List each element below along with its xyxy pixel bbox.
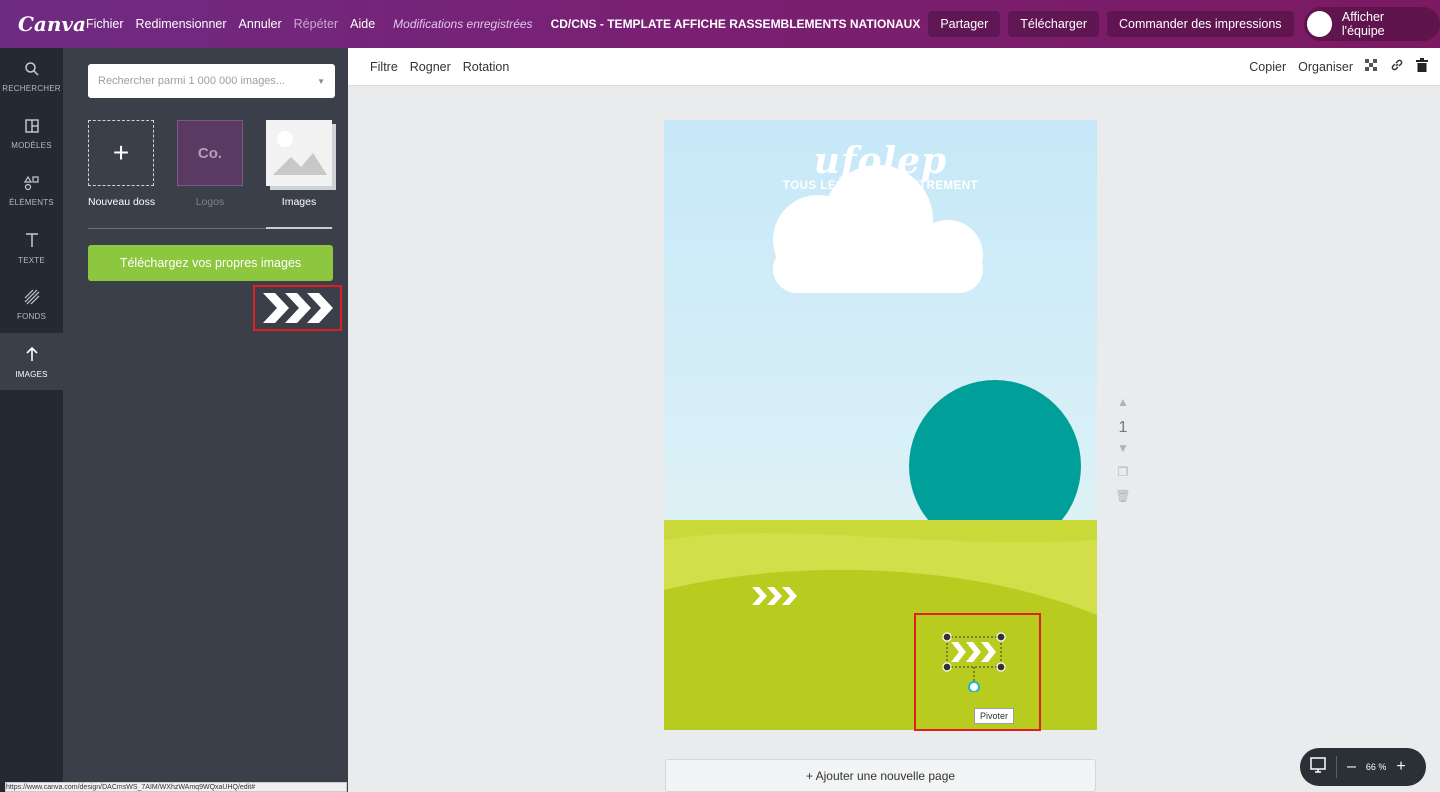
rail-label: ÉLÉMENTS <box>9 197 54 207</box>
folder-label: Logos <box>195 196 225 208</box>
transparency-icon[interactable] <box>1365 58 1378 75</box>
rail-label: FONDS <box>17 311 46 321</box>
uploads-panel: ▼ + Nouveau doss Co. Logos Images Téléch… <box>63 48 348 792</box>
upload-icon <box>24 345 40 367</box>
chevron-down-icon[interactable]: ▼ <box>317 77 325 86</box>
rail-item-text[interactable]: TEXTE <box>0 219 63 276</box>
search-input[interactable] <box>98 75 318 87</box>
order-prints-button[interactable]: Commander des impressions <box>1107 11 1294 37</box>
avatar <box>1306 11 1332 37</box>
folder-logos[interactable]: Co. Logos <box>177 120 243 208</box>
rotate-tooltip: Pivoter <box>974 708 1015 724</box>
status-url: https://www.canva.com/design/DACmsWS_7AI… <box>5 782 347 792</box>
share-button[interactable]: Partager <box>928 11 1001 37</box>
elements-icon <box>23 175 40 195</box>
link-icon[interactable] <box>1390 58 1404 75</box>
chevrons-icon[interactable] <box>750 585 802 607</box>
rail-label: MODÈLES <box>11 140 52 150</box>
menu-undo[interactable]: Annuler <box>239 17 282 31</box>
chevrons-icon <box>262 293 333 323</box>
menu-file[interactable]: Fichier <box>86 17 124 31</box>
cloud-shape[interactable] <box>748 165 998 295</box>
folder-new[interactable]: + Nouveau doss <box>88 120 156 208</box>
zoom-divider <box>1336 756 1337 778</box>
rail-label: IMAGES <box>15 369 48 379</box>
folder-label: Images <box>281 196 317 208</box>
folder-tabs-divider <box>88 227 333 229</box>
copy-button[interactable]: Copier <box>1249 60 1286 74</box>
plus-icon: + <box>88 120 154 186</box>
image-placeholder-icon <box>266 120 332 186</box>
folder-thumb: Co. <box>177 120 243 186</box>
active-folder-indicator <box>266 227 332 229</box>
delete-page-icon[interactable]: 🗑 <box>1111 489 1135 503</box>
show-team-button[interactable]: Afficher l'équipe <box>1303 7 1440 41</box>
sidebar-rail: RECHERCHER MODÈLES ÉLÉMENTS TEXTE FONDS … <box>0 48 63 792</box>
folder-list: + Nouveau doss Co. Logos Images <box>88 120 338 220</box>
add-page-button[interactable]: + Ajouter une nouvelle page <box>665 759 1096 792</box>
move-up-icon[interactable]: ▲ <box>1111 395 1135 409</box>
arrange-button[interactable]: Organiser <box>1298 60 1353 74</box>
rail-label: TEXTE <box>18 255 45 265</box>
menu-redo[interactable]: Répéter <box>294 17 338 31</box>
duplicate-page-icon[interactable]: ❐ <box>1111 465 1135 479</box>
uploaded-image-arrows[interactable] <box>253 285 342 331</box>
search-icon <box>24 61 40 81</box>
trash-icon[interactable] <box>1416 58 1428 75</box>
zoom-level: 66 % <box>1365 762 1387 772</box>
menu-resize[interactable]: Redimensionner <box>136 17 227 31</box>
top-bar: Canva Fichier Redimensionner Annuler Rép… <box>0 0 1440 48</box>
page-side-tools: ▲ 1 ▼ ❐ 🗑 <box>1111 395 1135 513</box>
document-title[interactable]: CD/CNS - TEMPLATE AFFICHE RASSEMBLEMENTS… <box>551 17 921 31</box>
backgrounds-icon <box>24 289 40 309</box>
zoom-control: – 66 % + <box>1300 748 1426 786</box>
image-search[interactable]: ▼ <box>88 64 335 98</box>
rail-item-uploads[interactable]: IMAGES <box>0 333 63 390</box>
folder-label: Nouveau doss <box>88 196 156 208</box>
crop-button[interactable]: Rogner <box>410 60 451 74</box>
canva-logo[interactable]: Canva <box>18 12 86 36</box>
zoom-in-button[interactable]: + <box>1396 758 1405 776</box>
toolbar-right: Copier Organiser <box>1237 58 1428 75</box>
present-icon[interactable] <box>1310 757 1326 777</box>
rail-item-search[interactable]: RECHERCHER <box>0 48 63 105</box>
move-down-icon[interactable]: ▼ <box>1111 441 1135 455</box>
rail-label: RECHERCHER <box>2 83 61 93</box>
editor-toolbar: Filtre Rogner Rotation Copier Organiser <box>348 48 1440 86</box>
text-icon <box>24 231 40 253</box>
download-button[interactable]: Télécharger <box>1008 11 1099 37</box>
show-team-label: Afficher l'équipe <box>1341 10 1385 38</box>
rail-item-templates[interactable]: MODÈLES <box>0 105 63 162</box>
rotation-button[interactable]: Rotation <box>463 60 510 74</box>
templates-icon <box>24 118 40 138</box>
save-status: Modifications enregistrées <box>393 17 533 31</box>
filter-button[interactable]: Filtre <box>370 60 398 74</box>
page-number: 1 <box>1118 419 1128 436</box>
menu-help[interactable]: Aide <box>350 17 375 31</box>
rail-item-backgrounds[interactable]: FONDS <box>0 276 63 333</box>
rail-item-elements[interactable]: ÉLÉMENTS <box>0 162 63 219</box>
zoom-out-button[interactable]: – <box>1347 758 1356 776</box>
folder-images[interactable]: Images <box>266 120 332 208</box>
upload-images-button[interactable]: Téléchargez vos propres images <box>88 245 333 281</box>
